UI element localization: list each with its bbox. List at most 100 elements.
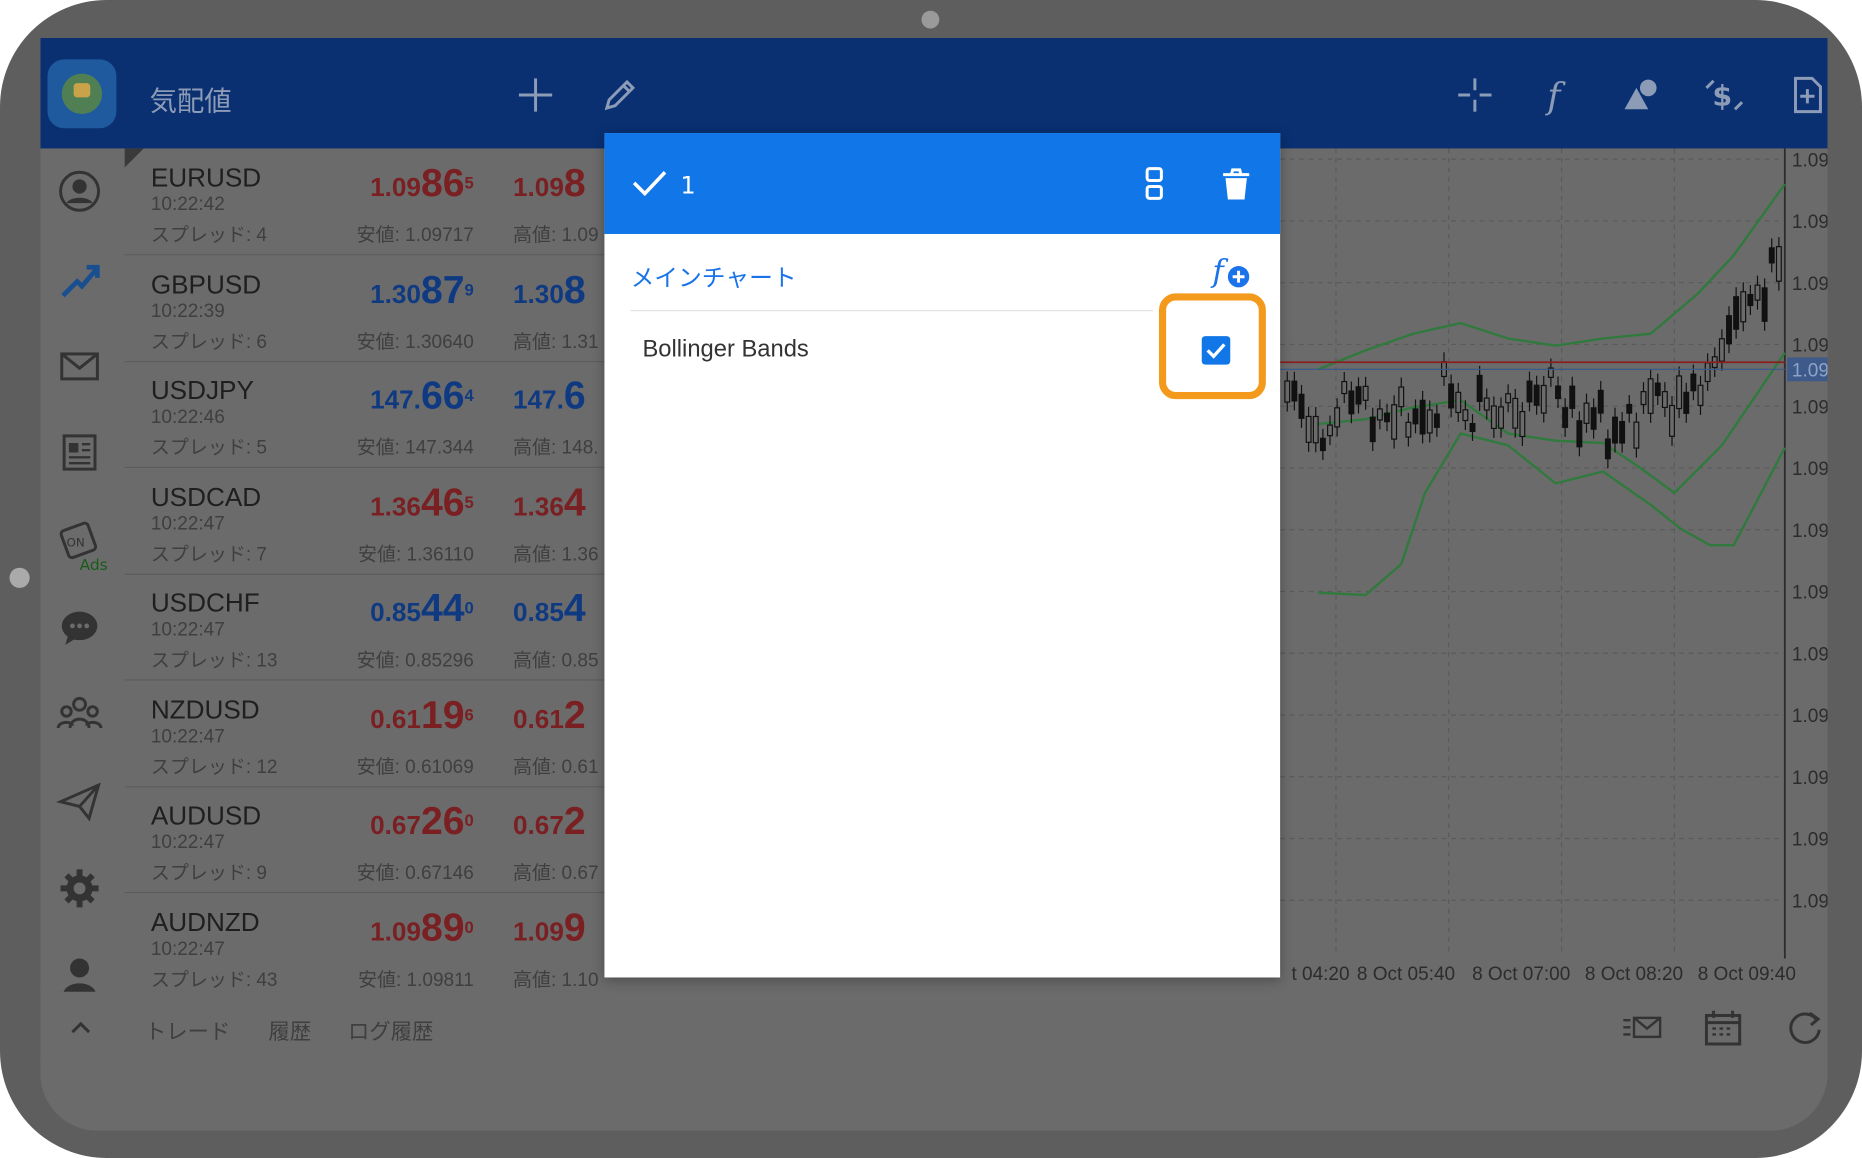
candle-body [1519, 410, 1526, 438]
tab-trade[interactable]: トレード [145, 1015, 231, 1046]
app-logo[interactable] [47, 59, 117, 129]
trade-icon[interactable] [56, 255, 104, 303]
indicator-label[interactable]: Bollinger Bands [642, 336, 808, 363]
low-price: 安値: 0.67146 [356, 863, 474, 884]
community-icon[interactable] [56, 690, 104, 738]
spread-text: スプレッド: 13 [150, 650, 278, 672]
plus-icon[interactable] [512, 71, 560, 119]
quote-row-usdcad[interactable]: USDCAD 10:22:47 スプレッド: 7 1.36465 1.364 安値: 1.… [124, 467, 605, 575]
candle-body [1761, 287, 1768, 322]
mail-list-icon[interactable] [1621, 1006, 1664, 1049]
candle-body [1612, 416, 1618, 444]
x-tick-label: t 04:20 [1291, 964, 1349, 985]
high-price: 高値: 1.10 [513, 969, 599, 990]
candle-body [1433, 413, 1440, 428]
bid-price: 0.67260 [370, 798, 474, 843]
bollinger-lower-line [1318, 432, 1786, 597]
quote-time: 10:22:47 [150, 832, 225, 853]
bid-price: 1.09865 [370, 160, 474, 205]
dialog-header: 1 [604, 133, 1281, 234]
candle-body [1455, 391, 1462, 414]
new-document-icon[interactable] [1784, 71, 1828, 119]
candle-body [1391, 404, 1398, 440]
candle-body [1555, 385, 1561, 400]
symbol-name: USDCHF [150, 587, 260, 618]
y-tick-label: 1.09740 [1792, 583, 1828, 604]
candle-body [1355, 386, 1362, 405]
trash-icon[interactable] [1220, 164, 1253, 204]
add-indicator-icon[interactable]: f [1210, 253, 1253, 291]
low-price: 安値: 147.344 [356, 438, 474, 459]
candle-body [1597, 389, 1604, 414]
candle-body [1775, 246, 1782, 282]
account-icon[interactable] [56, 167, 104, 215]
y-tick-label: 1.09810 [1792, 459, 1828, 480]
candle-body [1540, 384, 1547, 414]
indicator-dialog: 1 メインチャート f Bollinger Bands [604, 133, 1281, 978]
y-tick-label: 1.09845 [1792, 397, 1828, 418]
ask-price: 1.099 [513, 904, 586, 949]
quote-row-eurusd[interactable]: EURUSD 10:22:42 スプレッド: 4 1.09865 1.098 安値: 1.… [124, 148, 605, 256]
symbol-name: AUDUSD [150, 800, 262, 831]
symbol-name: AUDNZD [150, 906, 260, 937]
quote-time: 10:22:47 [150, 513, 225, 534]
news-icon[interactable] [56, 429, 104, 477]
candle-body [1490, 405, 1497, 429]
bid-price: 1.09890 [370, 904, 474, 949]
quote-row-nzdusd[interactable]: NZDUSD 10:22:47 スプレッド: 12 0.61196 0.612 安値: 0… [124, 680, 605, 787]
spread-text: スプレッド: 12 [150, 757, 278, 778]
candle-body [1384, 412, 1390, 423]
chevron-up-icon[interactable] [59, 1006, 102, 1049]
section-divider [630, 309, 1154, 312]
chat-icon[interactable] [56, 603, 104, 651]
quote-time: 10:22:47 [150, 726, 225, 747]
quote-row-audusd[interactable]: AUDUSD 10:22:47 スプレッド: 9 0.67260 0.672 安値: 0.… [124, 786, 605, 894]
x-tick-label: 8 Oct 08:20 [1585, 964, 1683, 985]
dollar-arrow-icon[interactable]: $ [1701, 71, 1749, 119]
mail-icon[interactable] [56, 342, 104, 390]
checkmark-icon[interactable] [631, 166, 669, 199]
svg-text:$: $ [1712, 80, 1732, 113]
candle-body [1312, 415, 1319, 444]
page-title: 気配値 [149, 86, 232, 118]
objects-icon[interactable] [1617, 71, 1665, 119]
calendar-icon[interactable] [1702, 1006, 1745, 1049]
candle-body [1633, 421, 1640, 449]
candle-body [1284, 380, 1291, 403]
y-tick-label: 1.09705 [1792, 644, 1828, 665]
bid-price: 1.36465 [370, 479, 474, 524]
candle-body [1768, 247, 1775, 264]
candle-body [1341, 380, 1348, 395]
candle-body [1348, 390, 1355, 415]
tab-log-history[interactable]: ログ履歴 [348, 1015, 434, 1046]
crosshair-icon[interactable] [1451, 71, 1499, 119]
candle-body [1419, 399, 1426, 435]
ask-price: 0.612 [513, 691, 586, 736]
indicator-checkbox[interactable] [1201, 336, 1231, 365]
tab-history[interactable]: 履歴 [268, 1015, 311, 1046]
candle-body [1448, 383, 1455, 409]
bid-price: 147.664 [370, 372, 474, 417]
function-icon[interactable]: f [1534, 71, 1582, 119]
candle-body [1640, 391, 1647, 406]
y-tick-label: 1.09635 [1792, 768, 1828, 789]
quote-row-gbpusd[interactable]: GBPUSD 10:22:39 スプレッド: 6 1.30879 1.308 安値: 1.… [124, 255, 605, 362]
settings-icon[interactable] [56, 865, 104, 913]
bollinger-upper-line [1317, 183, 1786, 371]
quote-row-audnzd[interactable]: AUDNZD 10:22:47 スプレッド: 43 1.09890 1.099 安値: 1… [124, 893, 605, 1000]
quote-row-usdchf[interactable]: USDCHF 10:22:47 スプレッド: 13 0.85440 0.854 安値: 0… [124, 574, 605, 681]
candle-body [1412, 408, 1419, 425]
quote-row-usdjpy[interactable]: USDJPY 10:22:46 スプレッド: 5 147.664 147.6 安値: 14… [124, 361, 605, 468]
quote-time: 10:22:46 [150, 407, 225, 428]
layout-icon[interactable] [1139, 164, 1172, 204]
low-price: 安値: 1.36110 [357, 544, 474, 565]
candle-body [1676, 375, 1683, 410]
pencil-icon[interactable] [596, 71, 644, 119]
send-icon[interactable] [55, 778, 104, 826]
candle-body [1647, 378, 1654, 414]
high-price: 高値: 1.09 [513, 225, 599, 246]
candle-body [1512, 397, 1519, 429]
candle-body [1298, 393, 1305, 419]
refresh-icon[interactable] [1784, 1006, 1827, 1049]
candle-body [1305, 415, 1312, 443]
